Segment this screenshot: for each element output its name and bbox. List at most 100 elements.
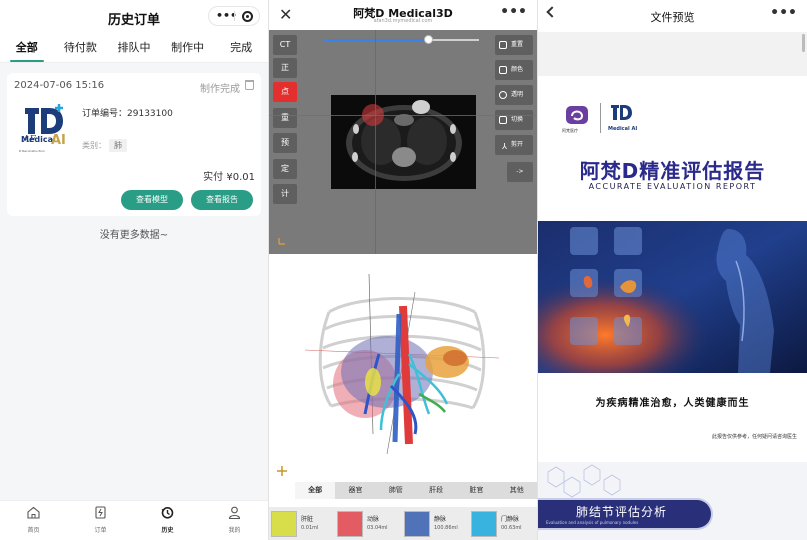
paid-amount: 实付 ¥0.01: [203, 168, 255, 183]
file-preview-screen: 文件预览 ••• 阿梵医疗 Medical AI 阿梵D精准评估报告 ACCUR…: [538, 0, 807, 540]
cut-icon: Y: [502, 140, 507, 150]
more-menu-icon[interactable]: •••: [770, 5, 797, 21]
organ-volume: 100.86ml: [434, 525, 458, 531]
order-status: 制作完成: [200, 84, 240, 95]
nav-item-home[interactable]: 首页: [0, 501, 67, 540]
segment-tab-all[interactable]: 全部: [295, 482, 336, 499]
cut-button[interactable]: Y 剪开: [495, 135, 533, 155]
banner-title: 肺结节评估分析: [576, 505, 668, 519]
paid-label: 实付: [203, 172, 224, 183]
more-menu-icon[interactable]: •••: [500, 4, 527, 20]
viewer-url: afan3d.mymedical.com: [373, 18, 433, 24]
point-tool-button[interactable]: 点: [273, 82, 297, 102]
nav-item-profile[interactable]: 我的: [201, 501, 268, 540]
axis-gizmo-icon: [278, 238, 285, 245]
medical-ai-logo-text: Medical AI: [608, 126, 638, 132]
segment-tab-other[interactable]: 其他: [497, 482, 537, 499]
report-section-banner: 肺结节评估分析 Evaluation and analysis of pulmo…: [538, 498, 713, 530]
tab-completed[interactable]: 完成: [214, 33, 268, 62]
crosshair-horizontal: [269, 115, 537, 116]
locate-button[interactable]: 定: [273, 159, 297, 179]
organ-color-swatch: [271, 511, 297, 537]
tab-queued[interactable]: 排队中: [107, 33, 161, 62]
mini-program-capsule: •••: [208, 6, 260, 26]
organ-name: 肝脏: [301, 516, 314, 523]
preset-button[interactable]: 预: [273, 133, 297, 153]
history-clock-icon: [161, 507, 174, 519]
close-target-icon[interactable]: [242, 11, 253, 22]
organ-item[interactable]: 静脉 100.86ml: [402, 511, 466, 537]
order-status-tabs: 全部 待付款 排队中 制作中 完成: [0, 33, 268, 63]
preview-top-spacer: [538, 32, 807, 76]
order-type-label: 类别：: [82, 141, 106, 150]
tab-pending-payment[interactable]: 待付款: [54, 33, 108, 62]
color-button[interactable]: 颜色: [495, 60, 533, 80]
delete-icon[interactable]: [245, 80, 254, 90]
tab-in-production[interactable]: 制作中: [161, 33, 215, 62]
organ-item[interactable]: 肝脏 0.01ml: [269, 511, 333, 537]
report-hero-image: [538, 221, 807, 373]
expand-arrow-button[interactable]: ->: [507, 162, 533, 182]
report-title: 阿梵D精准评估报告: [579, 159, 766, 183]
hospital-logo-icon: [566, 106, 588, 124]
scrollbar[interactable]: [802, 34, 805, 52]
organ-item[interactable]: 动脉 03.04ml: [335, 511, 399, 537]
color-button-label: 颜色: [511, 66, 524, 73]
order-document-icon: [95, 506, 106, 519]
view-model-button[interactable]: 查看模型: [121, 190, 183, 210]
slice-slider[interactable]: [323, 35, 479, 44]
nav-item-history[interactable]: 历史: [134, 501, 201, 540]
order-type-tag: 肺: [109, 139, 127, 152]
segment-tab-vessels[interactable]: 肺管: [376, 482, 416, 499]
segment-tab-viscera[interactable]: 脏官: [456, 482, 496, 499]
viewer-header: ✕ 阿梵D Medical3D afan3d.mymedical.com •••: [269, 0, 537, 30]
tab-all[interactable]: 全部: [0, 33, 54, 62]
report-subtitle: ACCURATE EVALUATION REPORT: [588, 182, 757, 191]
preview-header: 文件预览 •••: [538, 0, 807, 32]
ct-mode-button[interactable]: CT: [273, 35, 297, 55]
segment-tab-organs[interactable]: 器官: [335, 482, 375, 499]
nav-label-home: 首页: [27, 527, 40, 534]
hospital-logo-text: 阿梵医疗: [562, 128, 578, 133]
slice-slider-knob[interactable]: [423, 35, 433, 44]
order-history-screen: 历史订单 ••• 全部 待付款 排队中 制作中 完成 2024-07-06 15…: [0, 0, 268, 540]
switch-button[interactable]: 切换: [495, 110, 533, 130]
report-document[interactable]: 阿梵医疗 Medical AI 阿梵D精准评估报告 ACCURATE EVALU…: [538, 76, 807, 540]
measure-button[interactable]: 计: [273, 184, 297, 204]
transparency-button[interactable]: 透明: [495, 85, 533, 105]
banner-subtitle: Evaluation and analysis of pulmonary nod…: [546, 520, 639, 525]
organ-name: 门静脉: [501, 516, 520, 523]
preview-title: 文件预览: [650, 11, 695, 24]
3d-organ-model: [304, 273, 500, 455]
ct-slice-view[interactable]: CT 正 点 重 预 定 计 重置 颜色 透明 切换 Y 剪开 ->: [269, 30, 537, 254]
segment-tab-liver-segments[interactable]: 肝段: [416, 482, 456, 499]
bottom-nav: 首页 订单 历史 我的: [0, 500, 268, 540]
reset-icon: [499, 40, 507, 49]
front-view-button[interactable]: 正: [273, 58, 297, 78]
order-type: 类别：肺: [82, 139, 127, 152]
paint-bucket-icon: [499, 65, 507, 74]
report-disclaimer: 此报告仅供参考，任何疑问请咨询医生: [711, 434, 797, 440]
reset-view-button[interactable]: 重: [273, 108, 297, 128]
transparency-icon: [499, 90, 507, 99]
reset-button[interactable]: 重置: [495, 35, 533, 55]
order-number-label: 订单编号：: [82, 109, 128, 119]
transparency-button-label: 透明: [511, 91, 524, 98]
organ-name: 静脉: [434, 516, 447, 523]
organ-item[interactable]: 门静脉 00.63ml: [469, 511, 533, 537]
3d-model-view[interactable]: [269, 254, 537, 481]
nav-label-profile: 我的: [228, 527, 241, 534]
nav-item-orders[interactable]: 订单: [67, 501, 134, 540]
view-report-button[interactable]: 查看报告: [191, 190, 253, 210]
logo-subtext: D Reconstruction: [19, 149, 45, 153]
organ-volume: 00.63ml: [501, 525, 522, 531]
nav-label-orders: 订单: [94, 527, 107, 534]
order-datetime: 2024-07-06 15:16: [14, 80, 105, 91]
organ-name: 动脉: [367, 516, 380, 523]
capsule-divider: [234, 11, 235, 21]
order-number: 订单编号：29133100: [82, 106, 173, 119]
no-more-data-text: 没有更多数据~: [99, 230, 169, 241]
medical-3d-viewer-screen: ✕ 阿梵D Medical3D afan3d.mymedical.com •••…: [269, 0, 537, 540]
switch-button-label: 切换: [511, 116, 524, 123]
hexagon-pattern: [547, 464, 621, 498]
